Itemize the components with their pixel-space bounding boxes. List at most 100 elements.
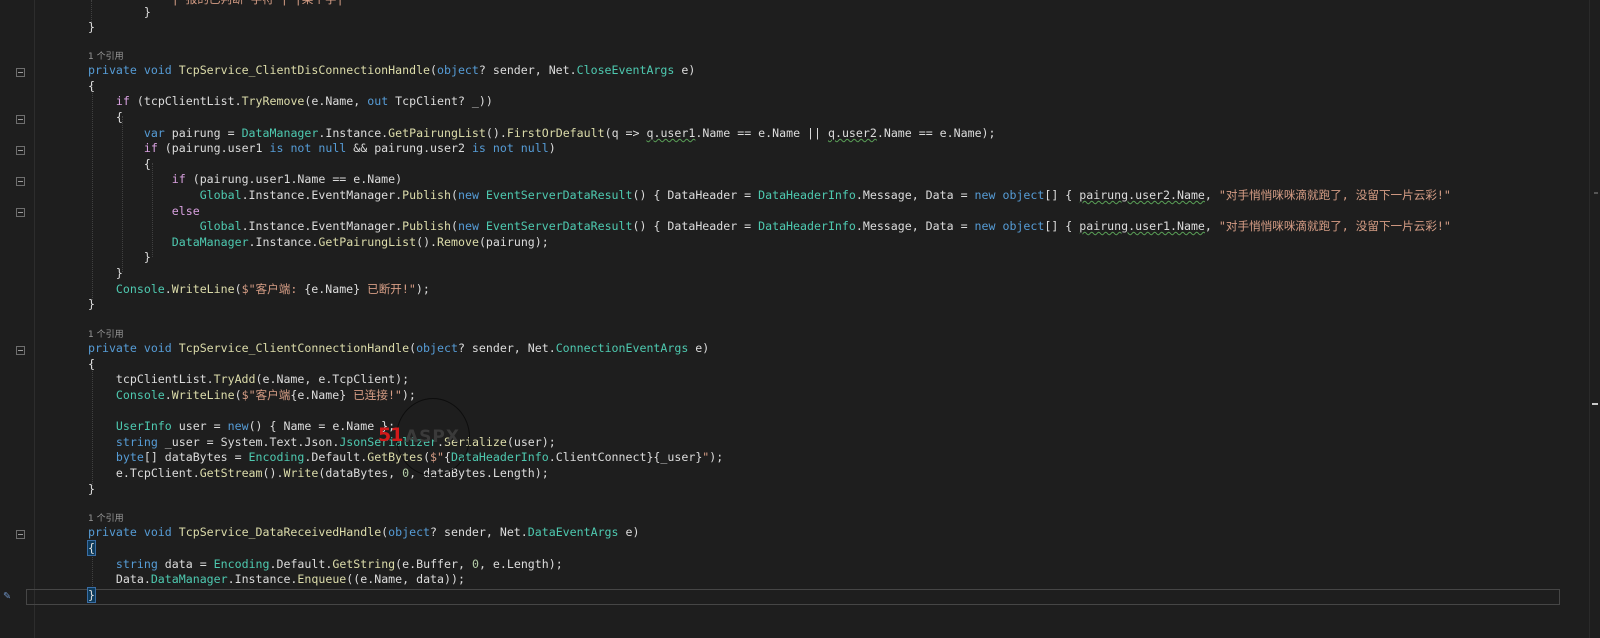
code-token: { (88, 357, 95, 371)
code-token: ConnectionEventArgs (555, 341, 689, 355)
code-line[interactable]: Data.DataManager.Instance.Enqueue((e.Nam… (88, 572, 465, 588)
code-line[interactable]: if (pairung.user1 is not null && pairung… (88, 141, 556, 157)
code-line[interactable]: { (88, 110, 123, 126)
code-line[interactable]: { (88, 157, 151, 173)
code-line[interactable]: Console.WriteLine($"客户端{e.Name} 已连接!"); (88, 388, 416, 404)
code-token: q.user1 (646, 126, 696, 140)
code-line[interactable]: else (88, 204, 200, 220)
code-token: new (974, 219, 1003, 233)
code-token: ); (415, 282, 430, 296)
code-line[interactable]: } (88, 297, 95, 313)
code-line[interactable]: if (tcpClientList.TryRemove(e.Name, out … (88, 94, 493, 110)
code-token: DataHeaderInfo (758, 188, 856, 202)
code-token: Publish (402, 219, 451, 233)
code-token: user = (171, 419, 228, 433)
codelens-references[interactable]: 1 个引用 (88, 51, 124, 63)
code-token: ( (234, 282, 242, 296)
collapse-method-icon[interactable] (16, 68, 25, 77)
code-token: 0 (471, 557, 479, 571)
code-token: (tcpClientList. (136, 94, 242, 108)
code-line[interactable]: } (87, 587, 96, 604)
codelens-references[interactable]: 1 个引用 (88, 513, 124, 525)
code-line[interactable]: Console.WriteLine($"客户端: {e.Name} 已断开!")… (88, 282, 430, 298)
code-line[interactable]: string data = Encoding.Default.GetString… (88, 557, 563, 573)
scroll-position-marker (1592, 403, 1598, 405)
code-token: GetPairungList (388, 126, 486, 140)
code-token: $"客户端: (241, 282, 305, 296)
code-line[interactable]: Global.Instance.EventManager.Publish(new… (88, 219, 1451, 235)
code-token: ( (451, 188, 458, 202)
code-token: object (416, 341, 458, 355)
codelens-references[interactable]: 1 个引用 (88, 329, 124, 341)
code-token: { (88, 110, 123, 124)
code-token: object (1002, 219, 1045, 233)
code-token: , e.Length); (478, 557, 563, 571)
code-token: && pairung.user2 (353, 141, 472, 155)
code-line[interactable]: } (88, 5, 151, 21)
code-token: object (437, 63, 479, 77)
code-token: Console (115, 388, 165, 402)
code-line[interactable]: } (88, 20, 95, 36)
code-line[interactable]: private void TcpService_ClientConnection… (88, 341, 709, 357)
code-token: new (227, 419, 249, 433)
code-line[interactable]: private void TcpService_ClientDisConnect… (88, 63, 695, 79)
code-editor[interactable]: ✎ 1 个引用 1 个引用 1 个引用 | 报的已判断 字符 | |某个字| }… (0, 0, 1600, 638)
collapse-block-icon[interactable] (16, 208, 25, 217)
code-line[interactable]: DataManager.Instance.GetPairungList().Re… (88, 235, 549, 251)
code-token: pairung = (171, 126, 242, 140)
code-line[interactable]: } (88, 266, 123, 282)
code-token: new (457, 188, 486, 202)
code-token: 已断开!" (360, 282, 416, 296)
code-token: _user = System.Text.Json. (164, 435, 340, 449)
code-line[interactable]: { (88, 79, 95, 95)
code-line[interactable]: { (88, 357, 95, 373)
code-token: e.TcpClient. (88, 466, 200, 480)
code-token: (user); (506, 435, 556, 449)
code-line[interactable]: string _user = System.Text.Json.JsonSeri… (88, 435, 556, 451)
code-token: DataHeaderInfo (758, 219, 856, 233)
code-line[interactable]: var pairung = DataManager.Instance.GetPa… (88, 126, 996, 142)
collapse-block-icon[interactable] (16, 146, 25, 155)
code-token: ? sender, Net. (478, 63, 577, 77)
code-token: [] dataBytes = (143, 450, 249, 464)
code-token: } (88, 250, 151, 264)
collapse-block-icon[interactable] (16, 177, 25, 186)
code-token: Console (115, 282, 165, 296)
code-token: [] { (1044, 219, 1080, 233)
collapse-method-icon[interactable] (16, 530, 25, 539)
code-token: object (388, 525, 431, 539)
code-token: (pairung.user1.Name == e.Name) (192, 172, 403, 186)
code-token: DataManager (150, 572, 228, 586)
code-line[interactable]: e.TcpClient.GetStream().Write(dataBytes,… (88, 466, 549, 482)
code-line[interactable]: private void TcpService_DataReceivedHand… (88, 525, 639, 541)
code-line[interactable]: } (88, 482, 95, 498)
code-token: e) (688, 341, 710, 355)
code-line[interactable]: UserInfo user = new() { Name = e.Name }; (88, 419, 395, 435)
code-token: DataManager (171, 235, 249, 249)
code-token: FirstOrDefault (506, 126, 605, 140)
code-line[interactable]: if (pairung.user1.Name == e.Name) (88, 172, 402, 188)
scroll-marker (1594, 192, 1598, 194)
collapse-method-icon[interactable] (16, 346, 25, 355)
code-token: void (143, 341, 179, 355)
code-token: () { DataHeader = (632, 219, 759, 233)
code-line[interactable]: Global.Instance.EventManager.Publish(new… (88, 188, 1451, 204)
code-line[interactable]: } (88, 250, 151, 266)
code-token: .Message, Data = (855, 219, 975, 233)
code-token: Serialize (444, 435, 507, 449)
code-token: void (143, 525, 179, 539)
code-token: e) (674, 63, 696, 77)
edit-pencil-icon[interactable]: ✎ (0, 588, 14, 602)
code-token: void (143, 63, 179, 77)
code-line[interactable]: byte[] dataBytes = Encoding.Default.GetB… (88, 450, 723, 466)
code-line[interactable]: tcpClientList.TryAdd(e.Name, e.TcpClient… (88, 372, 409, 388)
vertical-scrollbar[interactable] (1589, 0, 1600, 638)
code-token: string (115, 557, 165, 571)
code-line[interactable]: { (87, 540, 96, 557)
code-token: string (115, 435, 165, 449)
collapse-block-icon[interactable] (16, 115, 25, 124)
code-token: GetString (332, 557, 396, 571)
code-token: TcpService_ClientDisConnectionHandle (178, 63, 431, 77)
code-token: { (444, 450, 451, 464)
